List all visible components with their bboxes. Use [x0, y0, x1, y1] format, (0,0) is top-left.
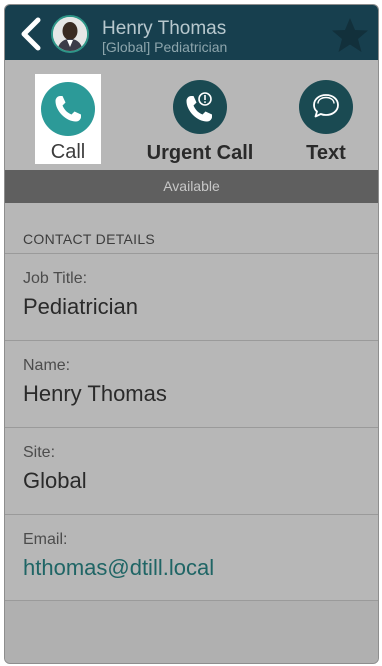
email-label: Email: — [23, 531, 68, 548]
name-label: Name: — [23, 357, 71, 374]
contact-subtitle: [Global] Pediatrician — [102, 39, 228, 55]
avatar — [51, 15, 89, 53]
divider — [5, 514, 378, 515]
header-bar: Henry Thomas [Global] Pediatrician — [5, 5, 378, 60]
job-title-value: Pediatrician — [23, 294, 138, 319]
text-button[interactable]: Text — [290, 60, 362, 170]
urgent-call-button[interactable]: Urgent Call — [135, 60, 265, 170]
call-circle — [41, 82, 95, 136]
chevron-left-icon[interactable] — [19, 17, 43, 51]
divider — [5, 253, 378, 254]
site-label: Site: — [23, 444, 56, 461]
divider — [5, 427, 378, 428]
status-bar: Available — [5, 170, 378, 203]
urgent-call-label: Urgent Call — [146, 142, 254, 164]
urgent-phone-icon — [186, 92, 212, 122]
action-row: Call Urgent Call Text — [5, 60, 378, 170]
job-title-label: Job Title: — [23, 270, 88, 287]
app-frame: Henry Thomas [Global] Pediatrician Call — [4, 4, 379, 664]
text-label: Text — [306, 142, 346, 164]
phone-icon — [55, 96, 81, 122]
divider — [5, 340, 378, 341]
star-icon[interactable] — [330, 15, 370, 55]
bottom-area — [5, 601, 378, 663]
section-title: CONTACT DETAILS — [23, 231, 156, 247]
call-button[interactable]: Call — [35, 74, 101, 164]
call-label: Call — [50, 141, 86, 163]
email-link[interactable]: hthomas@dtill.local — [23, 555, 214, 581]
urgent-call-circle — [173, 80, 227, 134]
chat-bubbles-icon — [313, 94, 339, 118]
person-photo-icon — [53, 17, 87, 51]
text-circle — [299, 80, 353, 134]
contact-name: Henry Thomas — [102, 18, 227, 39]
site-value: Global — [23, 468, 87, 493]
name-value: Henry Thomas — [23, 381, 167, 406]
